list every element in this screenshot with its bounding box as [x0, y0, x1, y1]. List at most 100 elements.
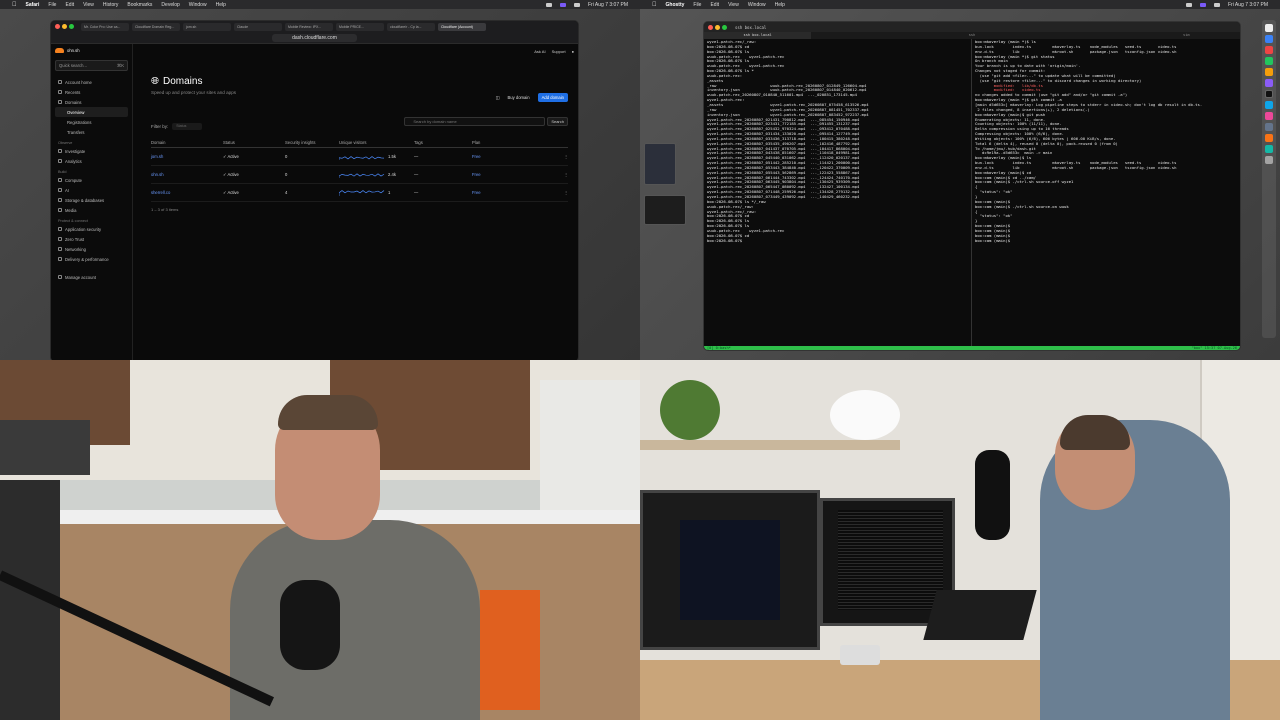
address-bar[interactable]: dash.cloudflare.com: [272, 33, 357, 42]
user-icon[interactable]: ●: [572, 49, 574, 54]
menu-view[interactable]: View: [728, 2, 739, 8]
menu-window[interactable]: Window: [189, 2, 207, 8]
apple-icon[interactable]: : [652, 2, 657, 8]
column-header[interactable]: Security insights: [285, 140, 339, 145]
app-icon[interactable]: [1265, 79, 1273, 87]
sidebar-item-app-security[interactable]: Application security: [55, 224, 128, 234]
sidebar-item-transfers[interactable]: Transfers: [55, 127, 128, 137]
sidebar-item-overview[interactable]: Overview: [55, 107, 128, 117]
menu-view[interactable]: View: [83, 2, 94, 8]
trash-icon[interactable]: [1265, 156, 1273, 164]
support-button[interactable]: Support: [552, 49, 566, 54]
sidebar-item-account-home[interactable]: Account home: [55, 77, 128, 87]
browser-tab[interactable]: Cloudflare Domain Reg...: [132, 22, 180, 31]
menu-help[interactable]: Help: [775, 2, 785, 8]
add-domain-button[interactable]: Add domain: [537, 93, 568, 102]
sidebar-item-zero-trust[interactable]: Zero Trust: [55, 234, 128, 244]
sidebar-item-storage[interactable]: Storage & databases: [55, 195, 128, 205]
status-icon[interactable]: [559, 2, 566, 7]
menu-help[interactable]: Help: [216, 2, 226, 8]
browser-tab[interactable]: Mr. Color Pro: Use ca...: [81, 22, 129, 31]
wifi-icon[interactable]: [1213, 2, 1220, 7]
browser-tab[interactable]: cloudflare/r - Cp la...: [387, 22, 435, 31]
sidebar-item-analytics[interactable]: Analytics: [55, 156, 128, 166]
minimize-icon[interactable]: [62, 24, 67, 29]
column-header[interactable]: Plan: [472, 140, 568, 145]
zoom-icon[interactable]: [69, 24, 74, 29]
wifi-icon[interactable]: [573, 2, 580, 7]
sidebar-item-domains[interactable]: Domains: [55, 97, 128, 107]
close-icon[interactable]: [708, 24, 713, 30]
menu-file[interactable]: File: [48, 2, 56, 8]
sidebar-item-media[interactable]: Media: [55, 205, 128, 215]
browser-tab[interactable]: Mobile PRICE...: [336, 22, 384, 31]
sidebar-item-networking[interactable]: Networking: [55, 244, 128, 254]
menu-edit[interactable]: Edit: [65, 2, 74, 8]
menubar-app-name[interactable]: Ghostty: [666, 2, 685, 8]
app-icon[interactable]: [1265, 145, 1273, 153]
browser-tab-active[interactable]: Cloudflare (Account): [438, 22, 486, 31]
browser-tab[interactable]: Claude: [234, 22, 282, 31]
menu-bookmarks[interactable]: Bookmarks: [127, 2, 152, 8]
domain-search-input[interactable]: Search by domain name: [404, 117, 546, 126]
ask-ai-button[interactable]: Ask AI: [534, 49, 545, 54]
filter-select[interactable]: Status: [172, 123, 203, 130]
terminal-pane-right[interactable]: box:mkoverlay (main *)$ ls bun.lock index…: [972, 39, 1240, 346]
terminal-tab[interactable]: ssh: [918, 32, 1025, 39]
zoom-icon[interactable]: [722, 24, 727, 30]
plan-link[interactable]: Free: [472, 172, 481, 177]
layout-icon[interactable]: ◫: [496, 95, 500, 100]
row-menu-icon[interactable]: ⋮: [564, 172, 568, 177]
sidebar-item-manage-account[interactable]: Manage account: [55, 272, 128, 282]
column-header[interactable]: Status: [223, 140, 285, 145]
table-row[interactable]: ohn.sh ✓ Active 0 2.4k — Free ⋮: [151, 166, 568, 184]
sidebar-item-ai[interactable]: AI: [55, 185, 128, 195]
app-icon[interactable]: [1265, 123, 1273, 131]
finder-icon[interactable]: [1265, 24, 1273, 32]
app-icon[interactable]: [1265, 68, 1273, 76]
browser-tab[interactable]: jom.sh: [183, 22, 231, 31]
status-icon[interactable]: [545, 2, 552, 7]
domain-link[interactable]: sherrell.co: [151, 190, 223, 195]
sidebar-item-registrations[interactable]: Registrations: [55, 117, 128, 127]
terminal-tab[interactable]: vim: [1133, 32, 1240, 39]
app-icon[interactable]: [1265, 57, 1273, 65]
menu-window[interactable]: Window: [748, 2, 766, 8]
account-switcher[interactable]: ohn.sh: [55, 48, 128, 53]
app-icon[interactable]: [1265, 101, 1273, 109]
minimize-icon[interactable]: [715, 24, 720, 30]
status-icon[interactable]: [1185, 2, 1192, 7]
column-header[interactable]: Tags: [414, 140, 472, 145]
search-button[interactable]: Search: [547, 117, 568, 126]
row-menu-icon[interactable]: ⋮: [564, 154, 568, 159]
menubar-clock[interactable]: Fri Aug 7 3:07 PM: [588, 2, 628, 8]
app-icon[interactable]: [1265, 134, 1273, 142]
domain-link[interactable]: ohn.sh: [151, 172, 223, 177]
app-icon[interactable]: [1265, 112, 1273, 120]
terminal-pane-left[interactable]: wyze1-patch-rec/_raw: box:2026-08-07$ cd b…: [704, 39, 972, 346]
terminal-icon[interactable]: [1265, 90, 1273, 98]
status-icon[interactable]: [1199, 2, 1206, 7]
app-icon[interactable]: [1265, 46, 1273, 54]
app-icon[interactable]: [1265, 35, 1273, 43]
sidebar-item-compute[interactable]: Compute: [55, 175, 128, 185]
window-thumbnail[interactable]: [644, 195, 686, 225]
menu-develop[interactable]: Develop: [161, 2, 179, 8]
sidebar-item-recents[interactable]: Recents: [55, 87, 128, 97]
plan-link[interactable]: Free: [472, 154, 481, 159]
menubar-app-name[interactable]: Safari: [26, 2, 40, 8]
menu-history[interactable]: History: [103, 2, 119, 8]
menubar-clock[interactable]: Fri Aug 7 3:07 PM: [1228, 2, 1268, 8]
table-row[interactable]: jom.sh ✓ Active 0 1.5k — Free ⋮: [151, 148, 568, 166]
quick-search-input[interactable]: Quick search... ⌘K: [55, 60, 128, 71]
column-header[interactable]: Domain: [151, 140, 223, 145]
sidebar-item-investigate[interactable]: Investigate: [55, 146, 128, 156]
plan-link[interactable]: Free: [472, 190, 481, 195]
browser-tab[interactable]: Mobile Review: IPX...: [285, 22, 333, 31]
apple-icon[interactable]: : [12, 2, 17, 8]
menu-edit[interactable]: Edit: [710, 2, 719, 8]
sidebar-item-delivery[interactable]: Delivery & performance: [55, 254, 128, 264]
column-header[interactable]: Unique visitors: [339, 140, 414, 145]
terminal-tab[interactable]: ssh box.local: [704, 32, 812, 39]
buy-domain-button[interactable]: Buy domain: [504, 93, 534, 102]
